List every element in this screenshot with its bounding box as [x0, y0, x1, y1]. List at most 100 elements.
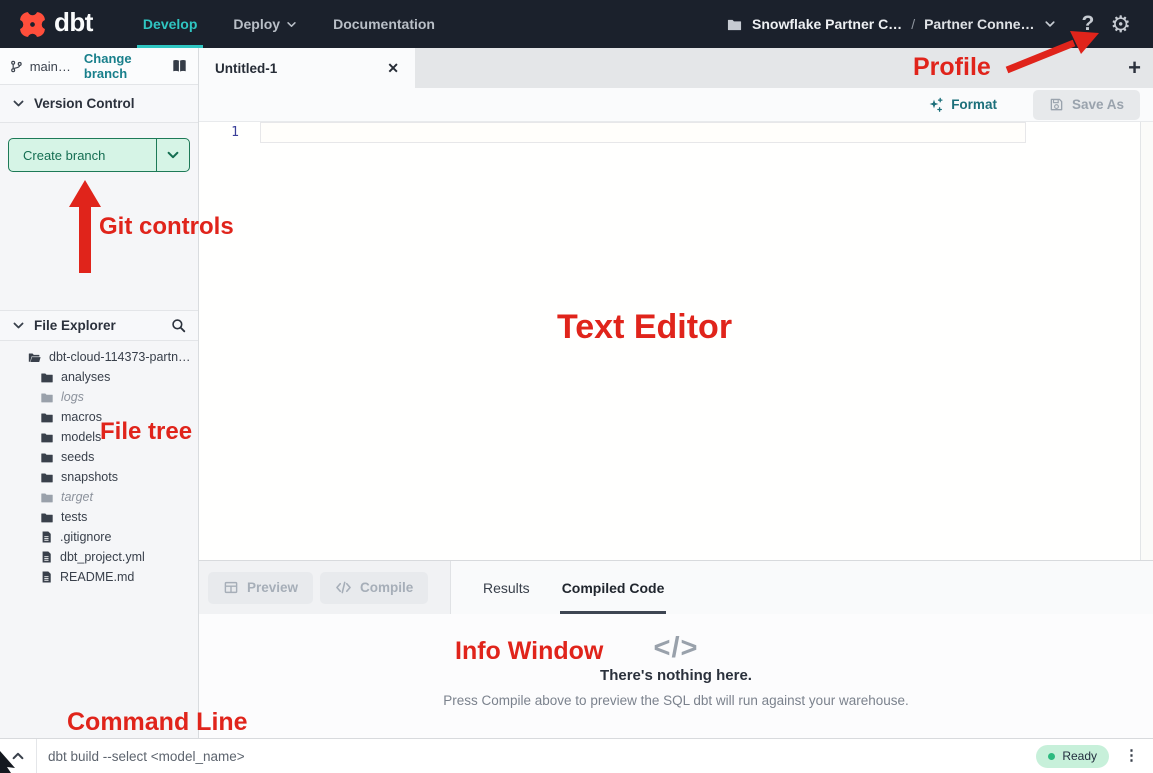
chevron-down-icon: [12, 97, 25, 110]
panel-tabs: Results Compiled Code: [481, 561, 666, 614]
dbt-cloud-ide: dbt Develop Deploy Documentation Snowfla…: [0, 0, 1153, 773]
dbt-logo-icon: [18, 10, 47, 39]
file-explorer-header[interactable]: File Explorer: [0, 310, 198, 341]
panel-actions: Preview Compile: [199, 561, 451, 614]
tab-title: Untitled-1: [215, 61, 277, 76]
folder-icon: [40, 371, 54, 384]
command-line-bar: Ready ⋮: [0, 738, 1153, 773]
tree-item-logs[interactable]: logs: [0, 387, 198, 407]
chevron-up-icon: [11, 749, 25, 763]
folder-icon: [726, 17, 743, 32]
tree-item-snapshots[interactable]: snapshots: [0, 467, 198, 487]
file-icon: [40, 530, 53, 544]
line-number: 1: [199, 122, 239, 143]
create-branch-label[interactable]: Create branch: [9, 139, 157, 171]
dbt-logo-text: dbt: [54, 9, 93, 39]
status-dot-icon: [1048, 753, 1055, 760]
empty-state-title: There's nothing here.: [600, 667, 752, 684]
file-explorer-title: File Explorer: [34, 318, 116, 333]
header-right: Snowflake Partner C… / Partner Conne… ? …: [726, 12, 1153, 36]
folder-icon: [40, 411, 54, 424]
tree-item-analyses[interactable]: analyses: [0, 367, 198, 387]
annotation-command-line: Command Line: [67, 708, 248, 737]
tree-item-target[interactable]: target: [0, 487, 198, 507]
annotation-profile: Profile: [913, 53, 991, 82]
table-icon: [223, 580, 239, 595]
version-control-body: Create branch: [0, 123, 198, 187]
change-branch-link[interactable]: Change branch: [84, 51, 164, 81]
create-branch-button[interactable]: Create branch: [8, 138, 190, 172]
nav-develop[interactable]: Develop: [125, 0, 215, 48]
tree-item-dbt-project-yml[interactable]: dbt_project.yml: [0, 547, 198, 567]
editor-current-line[interactable]: [260, 122, 1026, 143]
annotation-text-editor: Text Editor: [557, 308, 732, 347]
status-text: Ready: [1062, 749, 1097, 763]
editor-tabbar: Untitled-1 ✕ +: [199, 48, 1153, 88]
tab-results[interactable]: Results: [481, 561, 532, 614]
breadcrumb-separator: /: [911, 16, 915, 32]
top-header: dbt Develop Deploy Documentation Snowfla…: [0, 0, 1153, 48]
results-panel-header: Preview Compile Results Compiled Code: [199, 560, 1153, 614]
save-as-button[interactable]: Save As: [1033, 90, 1140, 120]
editor-toolbar: Format Save As: [199, 88, 1153, 122]
nav-documentation[interactable]: Documentation: [315, 0, 453, 48]
project-breadcrumb[interactable]: Snowflake Partner C… / Partner Conne…: [726, 16, 1056, 32]
preview-button[interactable]: Preview: [208, 572, 313, 604]
dbt-logo[interactable]: dbt: [18, 9, 93, 39]
file-icon: [40, 550, 53, 564]
folder-icon: [40, 491, 54, 504]
chevron-down-icon: [12, 319, 25, 332]
folder-open-icon: [27, 351, 42, 364]
sparkles-icon: [928, 97, 944, 113]
tree-item-gitignore[interactable]: .gitignore: [0, 527, 198, 547]
branch-bar: main… Change branch: [0, 48, 198, 85]
chevron-down-icon: [166, 148, 180, 162]
compile-button[interactable]: Compile: [320, 572, 428, 604]
empty-state-subtitle: Press Compile above to preview the SQL d…: [443, 693, 909, 708]
sidebar: main… Change branch Version Control Crea…: [0, 48, 199, 738]
file-tree: dbt-cloud-114373-partn… analyses logs ma…: [0, 341, 198, 587]
folder-icon: [40, 511, 54, 524]
command-input[interactable]: [37, 739, 1036, 773]
help-icon[interactable]: ?: [1082, 12, 1095, 36]
close-tab-icon[interactable]: ✕: [387, 60, 399, 77]
gear-icon[interactable]: ⚙: [1110, 13, 1131, 36]
tree-item-readme[interactable]: README.md: [0, 567, 198, 587]
info-window: </> There's nothing here. Press Compile …: [199, 614, 1153, 738]
folder-icon: [40, 471, 54, 484]
save-icon: [1049, 97, 1064, 112]
tab-compiled-code[interactable]: Compiled Code: [560, 561, 667, 614]
kebab-menu-icon[interactable]: ⋮: [1124, 754, 1139, 759]
tree-item-tests[interactable]: tests: [0, 507, 198, 527]
tree-item-seeds[interactable]: seeds: [0, 447, 198, 467]
folder-icon: [40, 451, 54, 464]
tree-item-project-root[interactable]: dbt-cloud-114373-partn…: [0, 347, 198, 367]
editor-scrollbar[interactable]: [1140, 122, 1153, 560]
chevron-down-icon: [286, 19, 297, 30]
file-icon: [40, 570, 53, 584]
folder-icon: [40, 431, 54, 444]
new-tab-button[interactable]: +: [1128, 55, 1141, 81]
version-control-title: Version Control: [34, 96, 135, 111]
search-icon[interactable]: [171, 318, 186, 333]
annotation-info-window: Info Window: [455, 637, 603, 666]
create-branch-dropdown[interactable]: [157, 139, 189, 171]
main-nav: Develop Deploy Documentation: [125, 0, 453, 48]
nav-deploy[interactable]: Deploy: [215, 0, 315, 48]
annotation-git-controls: Git controls: [99, 213, 234, 241]
chevron-down-icon: [1044, 18, 1056, 30]
git-branch-icon: [10, 59, 23, 74]
expand-command-bar-button[interactable]: [0, 739, 37, 773]
status-badge: Ready: [1036, 745, 1109, 768]
code-icon: [335, 580, 352, 595]
current-branch: main…: [30, 59, 71, 74]
code-icon: </>: [654, 632, 699, 665]
project-name: Partner Conne…: [924, 16, 1034, 32]
format-button[interactable]: Format: [928, 97, 997, 113]
version-control-header[interactable]: Version Control: [0, 85, 198, 123]
folder-icon: [40, 391, 54, 404]
docs-book-icon[interactable]: [171, 58, 188, 74]
tab-untitled-1[interactable]: Untitled-1 ✕: [199, 48, 415, 88]
account-name: Snowflake Partner C…: [752, 16, 902, 32]
annotation-file-tree: File tree: [100, 418, 192, 446]
